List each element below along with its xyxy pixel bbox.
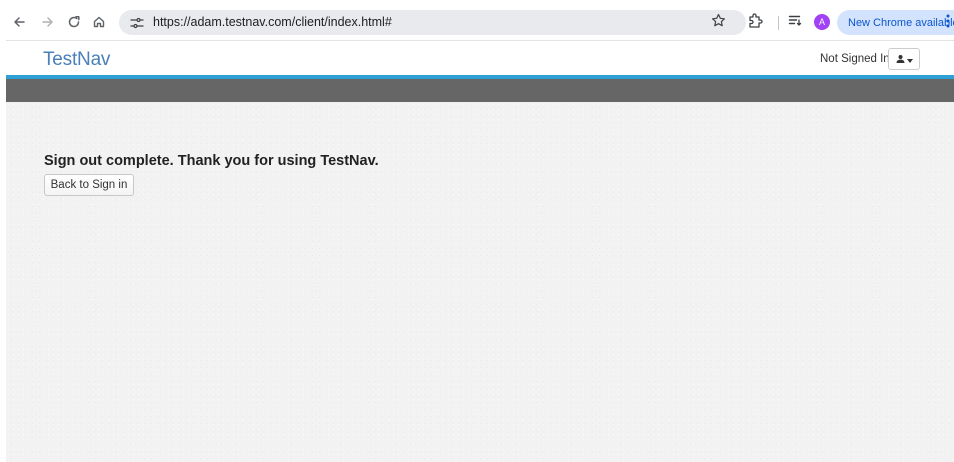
site-info-icon[interactable]: [129, 15, 145, 30]
main-content: Sign out complete. Thank you for using T…: [6, 102, 954, 462]
user-menu-button[interactable]: [888, 48, 920, 70]
address-bar[interactable]: https://adam.testnav.com/client/index.ht…: [119, 10, 746, 35]
signin-status: Not Signed In: [820, 53, 890, 65]
browser-toolbar: https://adam.testnav.com/client/index.ht…: [6, 6, 954, 40]
extensions-icon[interactable]: [747, 12, 763, 34]
nav-bar: [6, 79, 954, 102]
home-icon[interactable]: [90, 13, 108, 31]
app-header: TestNav Not Signed In: [6, 41, 954, 75]
brand-logo: TestNav: [43, 49, 111, 70]
bookmark-star-icon[interactable]: [711, 13, 726, 33]
reading-list-icon[interactable]: [788, 13, 802, 32]
browser-window: https://adam.testnav.com/client/index.ht…: [6, 6, 954, 462]
reload-icon[interactable]: [65, 13, 83, 31]
url-text[interactable]: https://adam.testnav.com/client/index.ht…: [153, 15, 392, 29]
back-to-sign-in-button[interactable]: Back to Sign in: [44, 174, 134, 196]
more-vert-icon[interactable]: [945, 13, 951, 34]
new-chrome-available-button[interactable]: New Chrome available: [837, 10, 954, 35]
signout-message: Sign out complete. Thank you for using T…: [44, 153, 379, 169]
back-arrow-icon[interactable]: [10, 13, 28, 31]
forward-arrow-icon[interactable]: [39, 13, 57, 31]
profile-avatar[interactable]: A: [814, 14, 830, 30]
update-label: New Chrome available: [848, 16, 954, 29]
toolbar-divider: [778, 16, 779, 30]
user-icon: [896, 50, 905, 68]
caret-down-icon: [906, 50, 913, 68]
